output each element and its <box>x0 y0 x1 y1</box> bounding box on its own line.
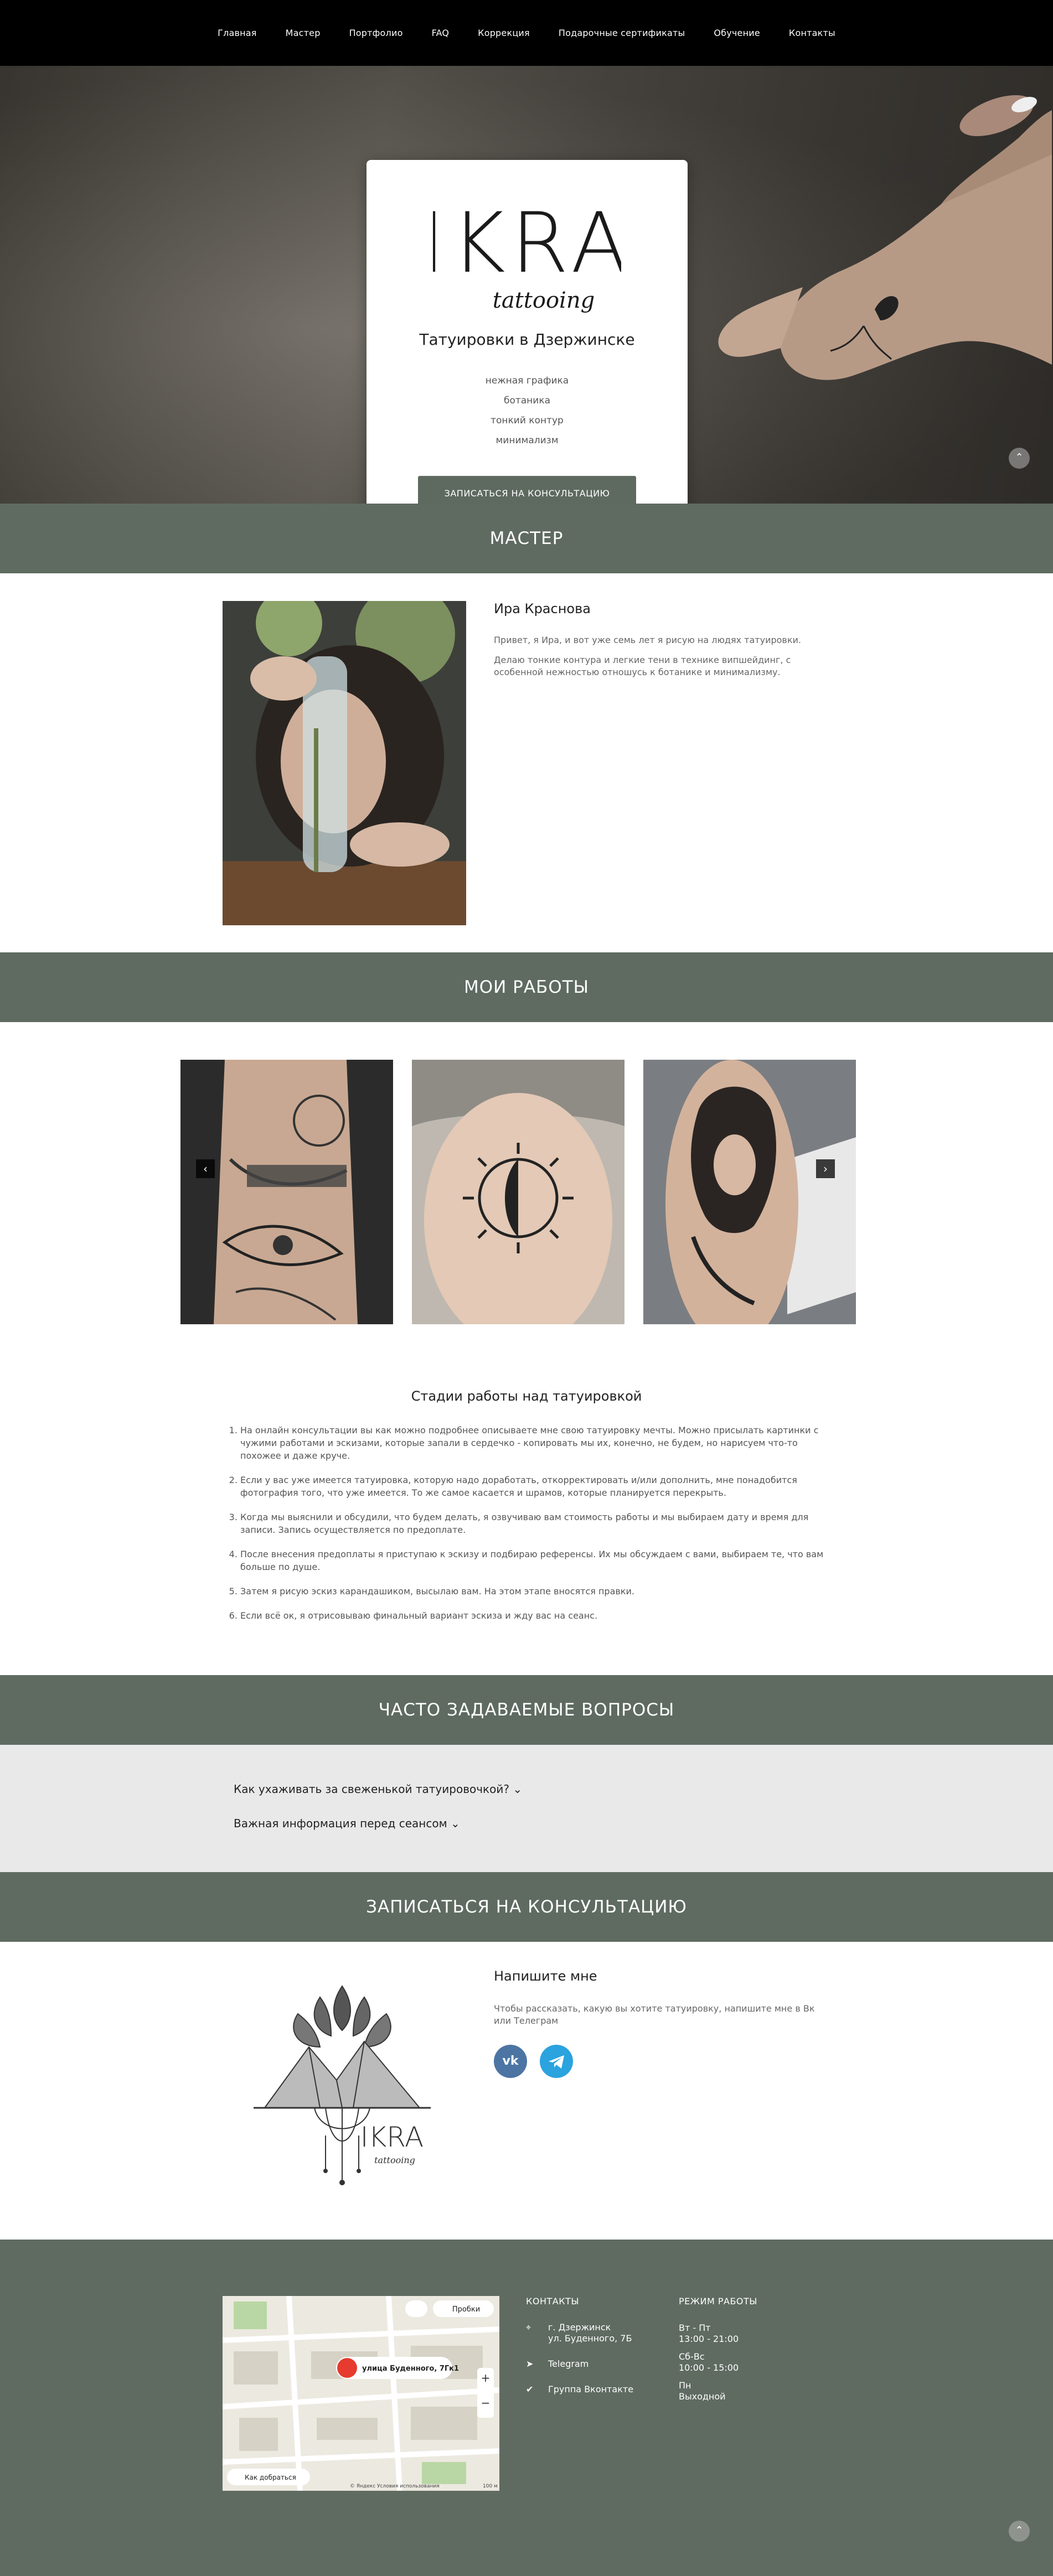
faq-question-1-label: Как ухаживать за свеженькой татуировочко… <box>234 1782 509 1796</box>
consultation-button[interactable]: ЗАПИСАТЬСЯ НА КОНСУЛЬТАЦИЮ <box>418 476 636 504</box>
hero-hand-photo <box>718 95 1052 380</box>
scroll-top-button[interactable]: ⌃ <box>1009 448 1030 469</box>
stage-item: После внесения предоплаты я приступаю к … <box>240 1548 833 1573</box>
logo-main-text: IKRA <box>433 195 621 292</box>
footer: Пробки улица Буденного, 7Гк1 + − Как доб… <box>0 2240 1053 2576</box>
consult-text: Чтобы рассказать, какую вы хотите татуир… <box>494 2003 815 2026</box>
footer-address: ⌖ г. Дзержинск ул. Буденного, 7Б <box>526 2322 633 2344</box>
hours-days-3: Пн <box>679 2380 691 2391</box>
style-item: минимализм <box>495 435 559 446</box>
mountain-logo-illustration: IKRA tattooing <box>242 1969 442 2202</box>
faq-section-heading: ЧАСТО ЗАДАВАЕМЫЕ ВОПРОСЫ <box>0 1675 1053 1745</box>
faq-question-2-label: Важная информация перед сеансом <box>234 1817 447 1830</box>
footer-contacts: КОНТАКТЫ ⌖ г. Дзержинск ул. Буденного, 7… <box>526 2296 633 2409</box>
telegram-link-label: Telegram <box>548 2359 589 2369</box>
footer-vk-link[interactable]: ✔ Группа Вконтакте <box>526 2384 633 2395</box>
stages-list: На онлайн консультации вы как можно подр… <box>229 1424 833 1634</box>
vk-icon: vk <box>502 2054 519 2068</box>
nav-gift-certificates[interactable]: Подарочные сертификаты <box>559 28 685 38</box>
faq-question-2[interactable]: Важная информация перед сеансом ⌄ <box>234 1817 460 1830</box>
stage-item: Затем я рисую эскиз карандашиком, высыла… <box>240 1585 833 1598</box>
consult-logo-main: IKRA <box>360 2121 424 2153</box>
telegram-icon: ➤ <box>526 2359 534 2369</box>
vk-link-label: Группа Вконтакте <box>548 2384 634 2394</box>
faq-section: Как ухаживать за свеженькой татуировочко… <box>0 1745 1053 1872</box>
hero-title: Татуировки в Дзержинске <box>419 330 635 349</box>
footer-contacts-title: КОНТАКТЫ <box>526 2296 579 2307</box>
hours-time-3: Выходной <box>679 2391 726 2402</box>
master-photo <box>223 601 466 925</box>
arrow-left-icon: ‹ <box>203 1162 208 1175</box>
ikra-logo: IKRA tattooing <box>421 189 627 316</box>
nav-faq[interactable]: FAQ <box>432 28 450 38</box>
hours-days-2: Сб-Вс <box>679 2351 705 2362</box>
location-pin-icon: ⌖ <box>526 2322 531 2333</box>
master-bio: Привет, я Ира, и вот уже семь лет я рису… <box>494 634 804 686</box>
telegram-button[interactable] <box>540 2045 573 2078</box>
hero-styles-list: нежная графика ботаника тонкий контур ми… <box>367 371 688 450</box>
arrow-right-icon: › <box>823 1162 828 1175</box>
style-item: нежная графика <box>485 375 569 386</box>
portfolio-carousel: ‹ › <box>180 1060 856 1324</box>
consult-section: IKRA tattooing Напишите мне Чтобы расска… <box>0 1942 1053 2240</box>
footer-hours: РЕЖИМ РАБОТЫ Вт - Пт 13:00 - 21:00 Сб-Вс… <box>679 2296 757 2409</box>
scroll-top-button-footer[interactable]: ⌃ <box>1009 2521 1030 2542</box>
footer-telegram-link[interactable]: ➤ Telegram <box>526 2359 633 2370</box>
svg-text:−: − <box>481 2396 491 2409</box>
carousel-prev-button[interactable]: ‹ <box>196 1159 215 1178</box>
nav-correction[interactable]: Коррекция <box>478 28 530 38</box>
style-item: тонкий контур <box>491 415 564 426</box>
hours-time-2: 10:00 - 15:00 <box>679 2362 739 2373</box>
stage-item: На онлайн консультации вы как можно подр… <box>240 1424 833 1462</box>
nav-training[interactable]: Обучение <box>714 28 760 38</box>
map-route: Как добраться <box>245 2474 296 2481</box>
yandex-map[interactable]: Пробки улица Буденного, 7Гк1 + − Как доб… <box>223 2296 499 2491</box>
works-section-heading: МОИ РАБОТЫ <box>0 952 1053 1022</box>
telegram-icon <box>549 2055 564 2069</box>
hours-days-1: Вт - Пт <box>679 2323 711 2333</box>
master-bio-p2: Делаю тонкие контура и легкие тени в тех… <box>494 655 791 677</box>
faq-question-1[interactable]: Как ухаживать за свеженькой татуировочко… <box>234 1782 522 1796</box>
hero-section: IKRA tattooing Татуировки в Дзержинске н… <box>0 66 1053 504</box>
svg-text:+: + <box>481 2371 491 2385</box>
address-line-2: ул. Буденного, 7Б <box>548 2333 632 2344</box>
master-section: Ира Краснова Привет, я Ира, и вот уже се… <box>0 573 1053 952</box>
portfolio-image-3[interactable] <box>643 1060 856 1324</box>
stage-item: Когда мы выяснили и обсудили, что будем … <box>240 1511 833 1536</box>
master-section-heading: МАСТЕР <box>0 504 1053 573</box>
portfolio-image-2[interactable] <box>412 1060 624 1324</box>
consult-logo-sub: tattooing <box>374 2155 415 2165</box>
vk-icon: ✔ <box>526 2384 534 2394</box>
consult-title: Напишите мне <box>494 1968 597 1984</box>
consult-section-heading: ЗАПИСАТЬСЯ НА КОНСУЛЬТАЦИЮ <box>0 1872 1053 1942</box>
address-line-1: г. Дзержинск <box>548 2322 611 2333</box>
map-traffic: Пробки <box>452 2305 480 2314</box>
nav-contacts[interactable]: Контакты <box>789 28 835 38</box>
top-nav: Главная Мастер Портфолио FAQ Коррекция П… <box>0 0 1053 66</box>
chevron-down-icon: ⌄ <box>451 1817 460 1830</box>
style-item: ботаника <box>503 395 551 406</box>
logo-sub-text: tattooing <box>493 288 595 313</box>
stages-title: Стадии работы над татуировкой <box>411 1388 642 1404</box>
map-copyright: © Яндекс Условия использования <box>350 2484 440 2489</box>
vk-button[interactable]: vk <box>494 2045 527 2078</box>
nav-master[interactable]: Мастер <box>286 28 321 38</box>
master-bio-p1: Привет, я Ира, и вот уже семь лет я рису… <box>494 635 801 645</box>
portfolio-image-1[interactable] <box>180 1060 393 1324</box>
stage-item: Если у вас уже имеется татуировка, котор… <box>240 1474 833 1499</box>
map-place: улица Буденного, 7Гк1 <box>362 2365 459 2373</box>
master-name: Ира Краснова <box>494 601 591 616</box>
stage-item: Если всё ок, я отрисовываю финальный вар… <box>240 1609 833 1622</box>
arrow-up-icon: ⌃ <box>1015 2525 1024 2536</box>
hero-card: IKRA tattooing Татуировки в Дзержинске н… <box>367 160 688 504</box>
carousel-next-button[interactable]: › <box>816 1159 835 1178</box>
nav-home[interactable]: Главная <box>218 28 257 38</box>
arrow-up-icon: ⌃ <box>1015 452 1024 463</box>
map-scale: 100 м <box>483 2484 498 2489</box>
chevron-down-icon: ⌄ <box>513 1782 523 1796</box>
footer-hours-title: РЕЖИМ РАБОТЫ <box>679 2296 757 2307</box>
nav-portfolio[interactable]: Портфолио <box>349 28 403 38</box>
works-section: ‹ › Стадии работы над татуировкой На онл… <box>0 1022 1053 1675</box>
hours-time-1: 13:00 - 21:00 <box>679 2334 739 2344</box>
